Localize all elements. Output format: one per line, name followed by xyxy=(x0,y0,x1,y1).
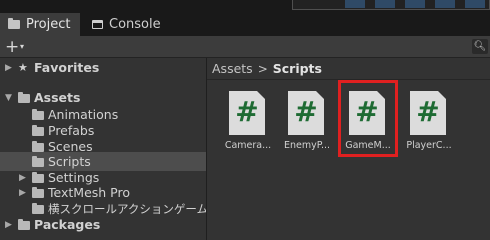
asset-camera-script[interactable]: # Camera... xyxy=(219,91,277,155)
folder-icon xyxy=(32,187,44,198)
folder-icon xyxy=(32,109,44,120)
tree-item-favorites[interactable]: ▶ ★ Favorites xyxy=(0,58,206,77)
breadcrumb: Assets > Scripts xyxy=(207,58,490,80)
tab-project-label: Project xyxy=(26,17,71,32)
hash-glyph: # xyxy=(294,95,318,128)
folder-icon xyxy=(18,219,30,230)
chevron-right-icon[interactable]: ▶ xyxy=(19,173,26,183)
scene-toolbar-edge xyxy=(292,0,490,10)
hash-glyph: # xyxy=(235,95,259,128)
tree-item-label: Animations xyxy=(48,107,119,122)
breadcrumb-assets[interactable]: Assets xyxy=(212,61,253,76)
script-file-icon: # xyxy=(229,91,265,135)
folder-icon xyxy=(32,172,44,183)
asset-label: Camera... xyxy=(224,140,272,151)
tree-item-label: Packages xyxy=(34,217,101,232)
asset-enemy-script[interactable]: # EnemyP... xyxy=(278,91,336,155)
tree-item-label: Scripts xyxy=(48,154,91,169)
folder-icon xyxy=(18,92,30,103)
toolbar-button[interactable] xyxy=(405,0,425,8)
script-file-icon: # xyxy=(410,91,446,135)
tab-project[interactable]: Project xyxy=(0,13,80,36)
breadcrumb-scripts[interactable]: Scripts xyxy=(273,61,322,76)
console-icon xyxy=(92,20,103,29)
project-tree: ▶ ★ Favorites ▼ Assets Animations Prefab… xyxy=(0,58,207,240)
highlight-box xyxy=(338,80,398,157)
tree-item-label: Favorites xyxy=(34,60,100,75)
tab-console-label: Console xyxy=(109,17,161,32)
script-file-icon: # xyxy=(288,91,324,135)
folder-icon xyxy=(32,156,44,167)
chevron-right-icon[interactable]: ▶ xyxy=(5,63,12,73)
tree-item-packages[interactable]: ▶ Packages xyxy=(0,215,206,234)
chevron-right-icon[interactable]: ▶ xyxy=(19,188,26,198)
star-icon: ★ xyxy=(18,61,28,74)
tree-item-label: Prefabs xyxy=(48,123,95,138)
chevron-down-icon[interactable]: ▾ xyxy=(20,42,24,51)
add-button[interactable]: + xyxy=(5,37,19,57)
tree-item-label: Assets xyxy=(34,90,81,105)
chevron-down-icon[interactable]: ▼ xyxy=(5,93,12,103)
window-tab-strip: Project Console xyxy=(0,0,490,36)
asset-player-script[interactable]: # PlayerC... xyxy=(400,91,458,155)
folder-icon xyxy=(32,141,44,152)
toolbar-button[interactable] xyxy=(375,0,395,8)
toolbar-button[interactable] xyxy=(345,0,365,8)
project-toolbar: + ▾ 🔍︎ xyxy=(0,36,490,58)
tree-item-label: TextMesh Pro xyxy=(48,185,130,200)
toolbar-button[interactable] xyxy=(435,0,455,8)
chevron-right-icon: > xyxy=(257,61,268,76)
toolbar-button[interactable] xyxy=(465,0,485,8)
hash-glyph: # xyxy=(416,95,440,128)
tab-console[interactable]: Console xyxy=(86,13,176,36)
chevron-right-icon[interactable]: ▶ xyxy=(5,220,12,230)
asset-label: EnemyP... xyxy=(283,140,331,151)
folder-icon xyxy=(32,125,44,136)
folder-icon xyxy=(8,18,20,29)
asset-label: PlayerC... xyxy=(406,140,452,151)
search-icon[interactable]: 🔍︎ xyxy=(472,39,488,54)
asset-browser: Assets > Scripts # Camera... # EnemyP...… xyxy=(207,58,490,240)
folder-icon xyxy=(32,203,44,214)
